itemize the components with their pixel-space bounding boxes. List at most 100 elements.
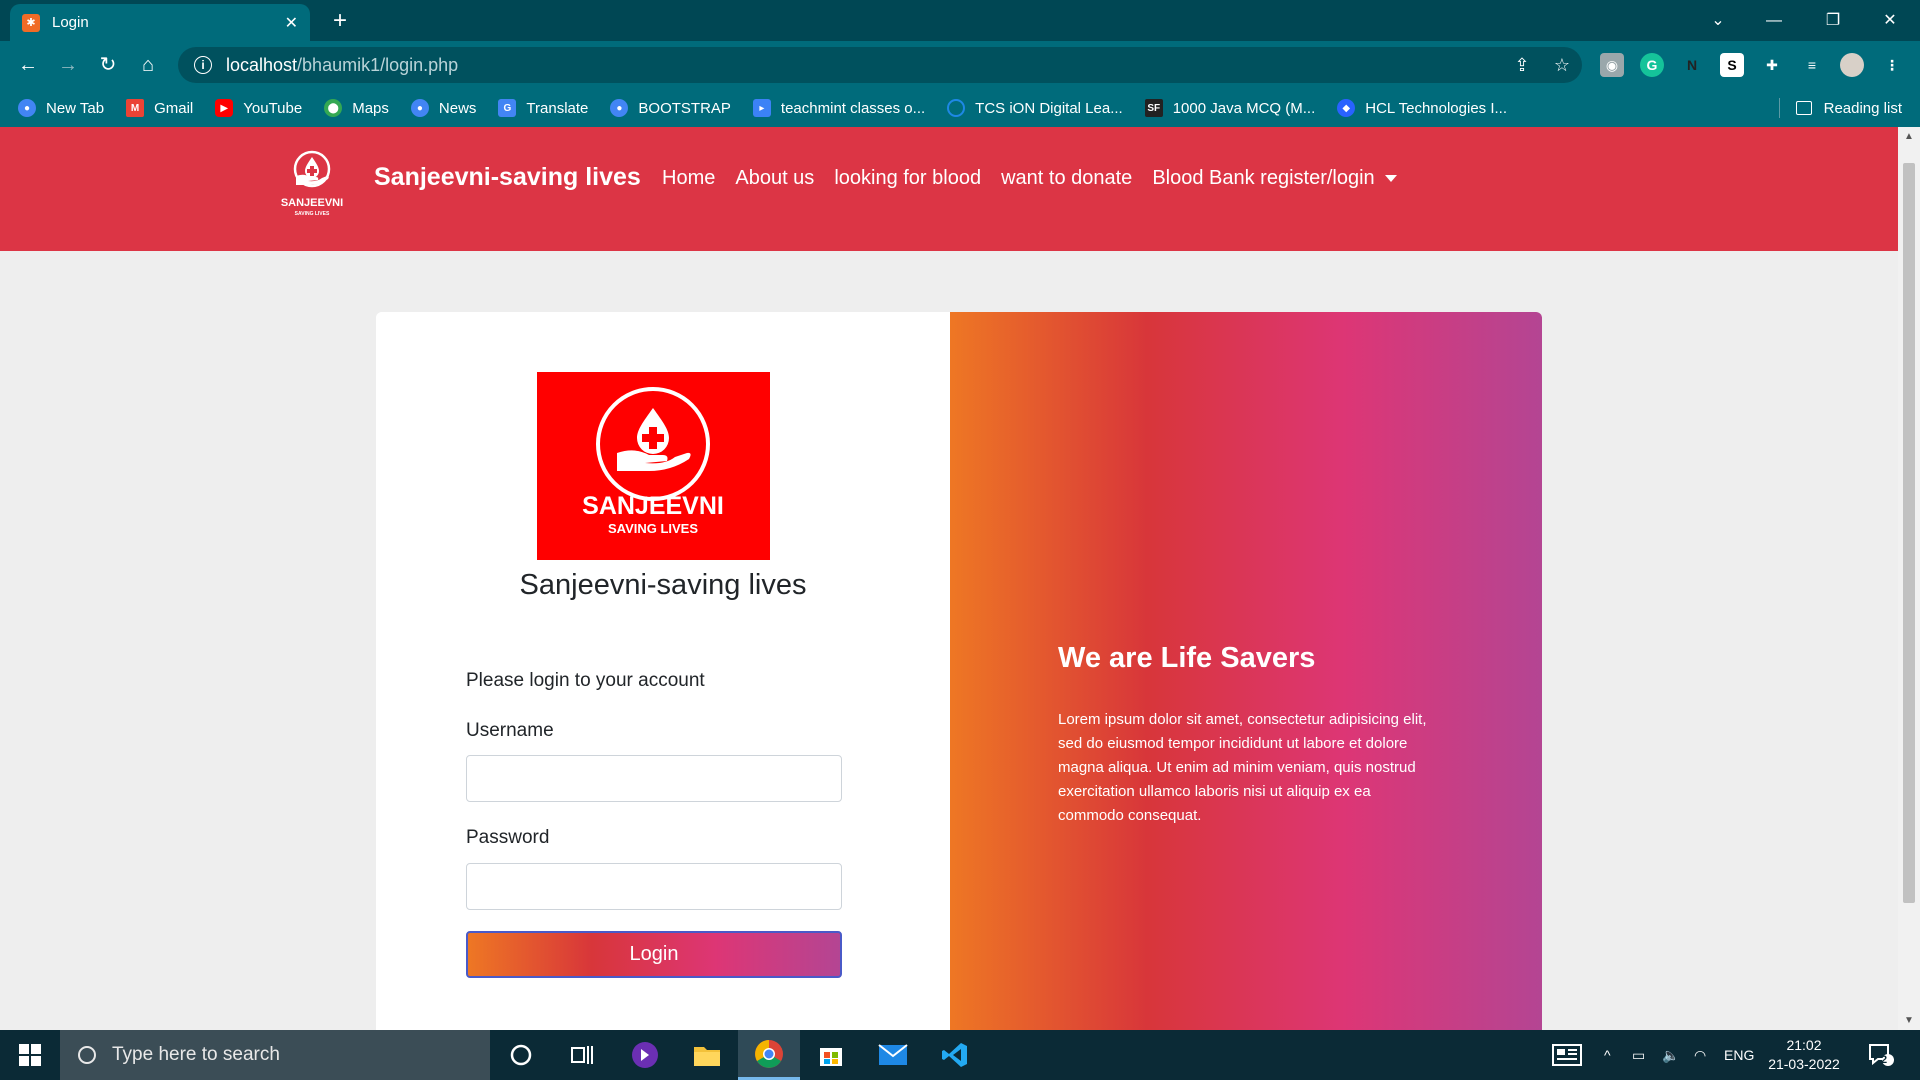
restore-button[interactable]: ❐ bbox=[1805, 0, 1861, 41]
forward-icon[interactable]: → bbox=[52, 49, 84, 81]
notification-center-icon[interactable]: 2 bbox=[1868, 1030, 1900, 1080]
browser-tab[interactable]: ✱ Login ✕ bbox=[10, 4, 310, 41]
close-window-button[interactable]: ✕ bbox=[1862, 0, 1918, 41]
nav-looking-for-blood[interactable]: looking for blood bbox=[834, 167, 981, 190]
battery-icon[interactable]: ▭ bbox=[1632, 1030, 1645, 1080]
taskbar-search-box[interactable]: Type here to search bbox=[60, 1030, 490, 1080]
bookmark-translate[interactable]: G Translate bbox=[498, 99, 588, 117]
nav-want-to-donate[interactable]: want to donate bbox=[1001, 167, 1132, 190]
minimize-button[interactable]: — bbox=[1746, 0, 1802, 41]
nav-links: Home About us looking for blood want to … bbox=[662, 167, 1417, 190]
browser-tab-bar: ✱ Login ✕ + ⌄ — ❐ ✕ bbox=[0, 0, 1920, 41]
nav-about-us[interactable]: About us bbox=[735, 167, 814, 190]
promo-panel: We are Life Savers Lorem ipsum dolor sit… bbox=[950, 312, 1542, 1030]
microsoft-store-icon[interactable] bbox=[800, 1030, 862, 1080]
back-icon[interactable]: ← bbox=[12, 49, 44, 81]
address-bar[interactable]: i localhost/bhaumik1/login.php bbox=[178, 47, 1582, 83]
task-view-icon[interactable] bbox=[552, 1030, 614, 1080]
s-extension-icon[interactable]: S bbox=[1720, 53, 1744, 77]
globe-icon: ● bbox=[610, 99, 629, 117]
notification-count: 2 bbox=[1881, 1054, 1888, 1066]
clock-time: 21:02 bbox=[1786, 1037, 1822, 1053]
wifi-icon[interactable]: ◠ bbox=[1694, 1030, 1706, 1080]
notion-extension-icon[interactable]: N bbox=[1680, 53, 1704, 77]
login-prompt: Please login to your account bbox=[466, 670, 705, 691]
teachmint-icon: ▸ bbox=[752, 99, 771, 117]
taskbar-clock[interactable]: 21:02 21-03-2022 bbox=[1760, 1036, 1848, 1074]
bookmark-maps[interactable]: ⬤ Maps bbox=[324, 99, 389, 117]
cortana-icon[interactable] bbox=[490, 1030, 552, 1080]
bookmark-news[interactable]: ● News bbox=[410, 99, 476, 117]
scrollbar-thumb[interactable] bbox=[1903, 163, 1915, 903]
gmail-icon: M bbox=[126, 99, 145, 117]
bookmark-hcl[interactable]: ◆ HCL Technologies I... bbox=[1337, 99, 1507, 117]
login-button[interactable]: Login bbox=[466, 931, 842, 978]
bookmark-teachmint[interactable]: ▸ teachmint classes o... bbox=[752, 99, 925, 117]
reading-list-icon bbox=[1795, 101, 1812, 115]
nav-blood-bank-dropdown[interactable]: Blood Bank register/login bbox=[1152, 167, 1397, 190]
mail-icon[interactable] bbox=[862, 1030, 924, 1080]
sanfoundry-icon: SF bbox=[1144, 99, 1163, 117]
youtube-icon: ▶ bbox=[215, 99, 234, 117]
chrome-icon[interactable] bbox=[738, 1030, 800, 1080]
bookmark-bootstrap[interactable]: ● BOOTSTRAP bbox=[610, 99, 731, 117]
tab-title: Login bbox=[52, 14, 89, 31]
translate-icon: G bbox=[498, 99, 517, 117]
windows-start-button[interactable] bbox=[0, 1030, 60, 1080]
media-control-icon[interactable]: ≡ bbox=[1800, 53, 1824, 77]
close-tab-icon[interactable]: ✕ bbox=[285, 13, 298, 33]
new-tab-button[interactable]: + bbox=[325, 6, 355, 36]
vscode-icon[interactable] bbox=[924, 1030, 986, 1080]
bookmark-tcs-ion[interactable]: TCS iON Digital Lea... bbox=[947, 99, 1123, 117]
grammarly-icon[interactable]: G bbox=[1640, 53, 1664, 77]
taskbar-search-placeholder: Type here to search bbox=[112, 1044, 280, 1065]
scroll-down-icon[interactable]: ▼ bbox=[1898, 1015, 1920, 1026]
nav-home[interactable]: Home bbox=[662, 167, 715, 190]
svg-text:SANJEEVNI: SANJEEVNI bbox=[281, 197, 343, 209]
globe-icon: ● bbox=[18, 99, 36, 117]
url-path: /bhaumik1/login.php bbox=[297, 54, 459, 75]
reading-list-button[interactable]: Reading list bbox=[1795, 89, 1902, 127]
bookmark-youtube[interactable]: ▶ YouTube bbox=[215, 99, 302, 117]
globe-icon: ● bbox=[410, 99, 429, 117]
share-icon[interactable]: ⇪ bbox=[1508, 47, 1536, 83]
url-host: localhost bbox=[226, 54, 298, 75]
username-input[interactable] bbox=[466, 755, 842, 802]
file-explorer-icon[interactable] bbox=[676, 1030, 738, 1080]
password-input[interactable] bbox=[466, 863, 842, 910]
site-navbar: SANJEEVNI SAVING LIVES Sanjeevni-saving … bbox=[0, 127, 1898, 251]
bookmark-gmail[interactable]: M Gmail bbox=[126, 99, 193, 117]
reload-icon[interactable]: ↻ bbox=[92, 49, 124, 81]
tab-search-icon[interactable]: ⌄ bbox=[1690, 0, 1746, 41]
bookmark-new-tab[interactable]: ● New Tab bbox=[18, 99, 104, 117]
podcast-app-icon[interactable] bbox=[614, 1030, 676, 1080]
extensions-puzzle-icon[interactable]: ✚ bbox=[1760, 53, 1784, 77]
tray-chevron-up-icon[interactable]: ^ bbox=[1604, 1030, 1611, 1080]
login-title: Sanjeevni-saving lives bbox=[519, 569, 807, 601]
sanjeevni-logo-icon[interactable]: SANJEEVNI SAVING LIVES bbox=[272, 149, 352, 221]
tcs-icon bbox=[947, 99, 966, 117]
volume-icon[interactable]: 🔈 bbox=[1662, 1030, 1679, 1080]
news-widget-icon[interactable] bbox=[1552, 1030, 1582, 1080]
username-label: Username bbox=[466, 720, 554, 741]
maps-icon: ⬤ bbox=[324, 99, 343, 117]
brand-name[interactable]: Sanjeevni-saving lives bbox=[374, 163, 641, 192]
language-indicator[interactable]: ENG bbox=[1724, 1030, 1754, 1080]
scroll-up-icon[interactable]: ▲ bbox=[1898, 131, 1920, 142]
vertical-scrollbar[interactable]: ▲ ▼ bbox=[1898, 127, 1920, 1030]
profile-avatar[interactable] bbox=[1840, 53, 1864, 77]
search-icon bbox=[78, 1046, 96, 1064]
svg-text:SAVING LIVES: SAVING LIVES bbox=[295, 211, 330, 217]
more-menu-icon[interactable]: ⋮ bbox=[1880, 53, 1904, 77]
promo-heading: We are Life Savers bbox=[1058, 642, 1316, 674]
bookmark-java-mcq[interactable]: SF 1000 Java MCQ (M... bbox=[1144, 99, 1315, 117]
windows-taskbar: Type here to search ^ ▭ 🔈 ◠ ENG 21:02 21… bbox=[0, 1030, 1920, 1080]
camera-extension-icon[interactable]: ◉ bbox=[1600, 53, 1624, 77]
bookmark-star-icon[interactable]: ☆ bbox=[1548, 47, 1576, 83]
hcl-icon: ◆ bbox=[1337, 99, 1356, 117]
browser-toolbar: ← → ↻ ⌂ i localhost/bhaumik1/login.php ⇪… bbox=[0, 41, 1920, 89]
login-card: SANJEEVNI SAVING LIVES Sanjeevni-saving … bbox=[376, 312, 1542, 1030]
clock-date: 21-03-2022 bbox=[1768, 1056, 1840, 1072]
site-info-icon[interactable]: i bbox=[194, 56, 212, 74]
home-icon[interactable]: ⌂ bbox=[132, 49, 164, 81]
